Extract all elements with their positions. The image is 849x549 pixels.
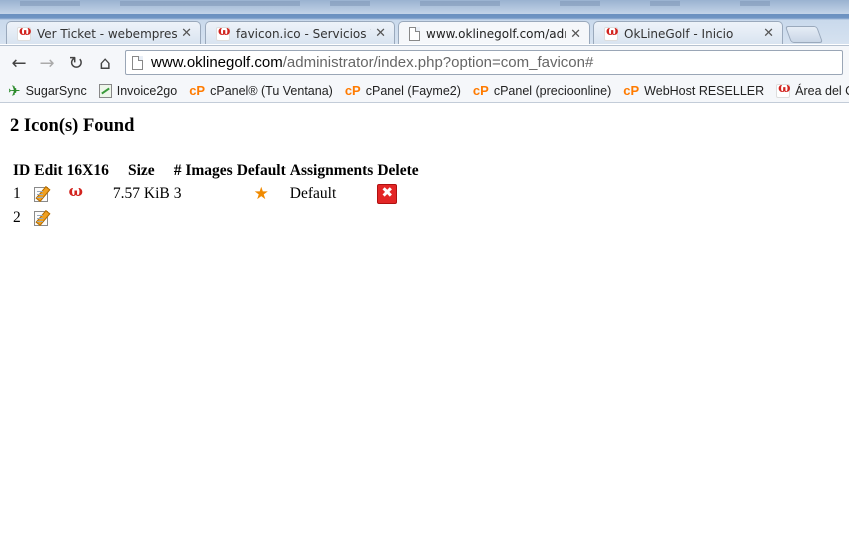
edit-icon[interactable] (34, 210, 49, 226)
cell-default: ★ (236, 183, 287, 205)
home-icon[interactable]: ⌂ (94, 52, 116, 74)
bookmark-label: cPanel (precioonline) (493, 83, 612, 98)
cell-images: 3 (173, 185, 182, 202)
webempresa-favicon-icon (776, 81, 791, 98)
bookmark-cpanel-precioonline[interactable]: cP cPanel (precioonline) (473, 83, 611, 98)
reload-icon[interactable]: ↻ (65, 52, 87, 74)
tab-ver-ticket[interactable]: Ver Ticket - webempresa.c ✕ (6, 21, 201, 44)
page-title: 2 Icon(s) Found (10, 116, 135, 136)
close-icon[interactable]: ✕ (763, 26, 774, 41)
close-icon[interactable]: ✕ (570, 27, 581, 42)
bookmark-area-del-cliente[interactable]: Área del Cliente (776, 81, 849, 98)
forward-arrow-icon[interactable]: → (36, 52, 58, 74)
cell-edit (33, 207, 63, 229)
tab-oklinegolf-admin[interactable]: www.oklinegolf.com/adm ✕ (398, 21, 590, 44)
column-header-images: # Images (173, 162, 233, 179)
tab-title: favicon.ico - Servicios Wel (236, 26, 371, 41)
table-header-row: ID Edit 16X16 Size # Images Default Assi… (12, 161, 420, 181)
icons-table: ID Edit 16X16 Size # Images Default Assi… (10, 159, 422, 231)
column-header-default: Default (236, 162, 286, 179)
background-window-strip (0, 0, 849, 14)
column-header-edit: Edit (34, 162, 63, 179)
bookmark-label: cPanel (Fayme2) (365, 83, 461, 98)
column-header-16x16: 16X16 (66, 162, 109, 179)
cpanel-icon: cP (189, 83, 206, 98)
cell-size (112, 207, 171, 229)
table-row: 2 (12, 207, 420, 229)
cpanel-icon: cP (472, 83, 489, 98)
bookmarks-bar: ✈ SugarSync Invoice2go cP cPanel® (Tu Ve… (0, 79, 849, 103)
cell-assignments: Default (289, 185, 337, 202)
cell-delete (376, 183, 419, 205)
column-header-id: ID (13, 162, 31, 179)
bookmark-label: cPanel® (Tu Ventana) (210, 83, 333, 98)
cell-id: 1 (13, 185, 21, 202)
bookmark-label: SugarSync (25, 83, 87, 98)
sugarsync-icon: ✈ (8, 82, 21, 100)
bookmark-label: WebHost RESELLER (644, 83, 765, 98)
table-row: 1 7.57 KiB 3 ★ Default (12, 182, 420, 205)
cpanel-icon: cP (623, 83, 640, 98)
bookmark-sugarsync[interactable]: ✈ SugarSync (8, 82, 87, 100)
cell-id: 2 (13, 209, 21, 226)
bookmark-invoice2go[interactable]: Invoice2go (98, 83, 178, 98)
webempresa-favicon-icon (604, 24, 618, 41)
cell-images (173, 207, 234, 229)
cell-favicon (66, 207, 110, 229)
close-icon[interactable]: ✕ (181, 26, 192, 41)
bookmark-webhost-reseller[interactable]: cP WebHost RESELLER (623, 83, 764, 98)
bookmark-label: Área del Cliente (795, 83, 849, 98)
cell-edit (33, 183, 63, 205)
cell-default (236, 207, 287, 229)
tab-favicon-ico[interactable]: favicon.ico - Servicios Wel ✕ (205, 21, 395, 44)
bookmark-cpanel-fayme2[interactable]: cP cPanel (Fayme2) (345, 83, 461, 98)
browser-toolbar: ← → ↻ ⌂ www.oklinegolf.com/administrator… (0, 45, 849, 79)
webempresa-favicon-icon (67, 182, 83, 202)
webempresa-favicon-icon (216, 24, 230, 41)
star-icon[interactable]: ★ (254, 184, 269, 204)
page-content: 2 Icon(s) Found ID Edit 16X16 Size # Ima… (0, 104, 849, 549)
delete-icon[interactable] (377, 184, 398, 204)
cell-favicon (66, 182, 110, 205)
page-icon (409, 27, 420, 41)
url-text: www.oklinegolf.com/administrator/index.p… (151, 54, 593, 71)
browser-tab-strip: Ver Ticket - webempresa.c ✕ favicon.ico … (0, 0, 849, 44)
page-icon (132, 55, 143, 70)
cell-size: 7.57 KiB (112, 185, 170, 202)
new-tab-button[interactable] (784, 26, 824, 43)
column-header-assignments: Assignments (289, 162, 374, 179)
column-header-size: Size (127, 162, 155, 179)
bookmark-cpanel-tu-ventana[interactable]: cP cPanel® (Tu Ventana) (189, 83, 333, 98)
column-header-delete: Delete (377, 162, 419, 179)
cell-delete (376, 207, 419, 229)
close-icon[interactable]: ✕ (375, 26, 386, 41)
address-bar[interactable]: www.oklinegolf.com/administrator/index.p… (125, 50, 843, 75)
cpanel-icon: cP (344, 83, 361, 98)
cell-assignments (289, 207, 375, 229)
tab-title: OkLineGolf - Inicio (624, 26, 734, 41)
tab-oklinegolf-inicio[interactable]: OkLineGolf - Inicio ✕ (593, 21, 783, 44)
url-path: /administrator/index.php?option=com_favi… (282, 54, 594, 71)
invoice-icon (98, 83, 112, 98)
tab-title: Ver Ticket - webempresa.c (37, 26, 178, 41)
tab-title: www.oklinegolf.com/adm (426, 27, 567, 41)
url-host: www.oklinegolf.com (151, 54, 283, 71)
edit-icon[interactable] (34, 186, 49, 202)
webempresa-favicon-icon (17, 24, 31, 41)
bookmark-label: Invoice2go (116, 83, 178, 98)
back-arrow-icon[interactable]: ← (8, 52, 30, 74)
